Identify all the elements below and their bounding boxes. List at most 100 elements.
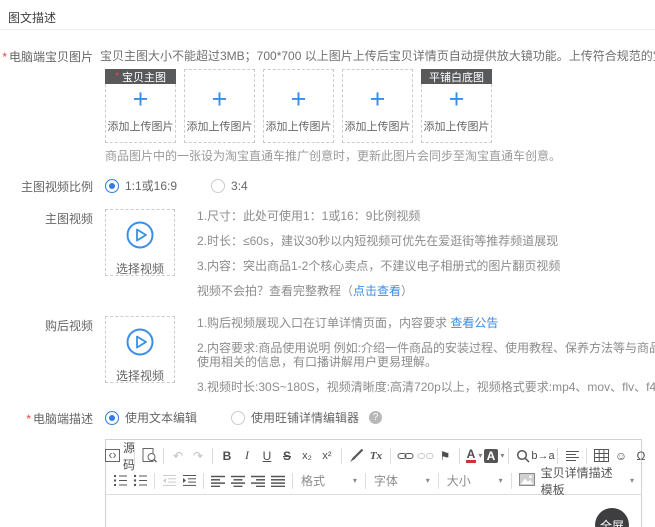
unlink-icon [417,450,434,462]
preview-button[interactable] [139,446,159,466]
plus-icon: + [370,86,386,112]
tip-line: 1.尺寸：此处可使用1：1或16：9比例视频 [197,209,560,223]
pc-images-row: *电脑端宝贝图片 宝贝主图大小不能超过3MB；700*700 以上图片上传后宝贝… [0,47,655,164]
indent-button[interactable] [179,471,199,491]
editor-content-area[interactable]: 全屏 [106,495,641,527]
radio-text-editor-label[interactable]: 使用文本编辑 [125,409,197,426]
toolbar-divider [511,473,512,489]
plus-icon: + [449,86,465,112]
select-video-label: 选择视频 [116,367,164,384]
radio-ratio-3-4-label[interactable]: 3:4 [231,179,248,193]
radio-wangpu-editor-label[interactable]: 使用旺铺详情编辑器 [251,409,359,426]
remove-format-button[interactable]: Tx [366,446,386,466]
replace-button[interactable]: b→a [533,446,553,466]
ztc-sync-note: 商品图片中的一张设为淘宝直通车推广创意时，更新此图片会同步至淘宝直通车创意。 [105,147,655,164]
format-dropdown[interactable]: 格式▾ [297,471,361,491]
text-color-button[interactable]: A▾ [464,446,484,466]
align-right-button[interactable] [248,471,268,491]
pc-images-description: 宝贝主图大小不能超过3MB；700*700 以上图片上传后宝贝详情页自动提供放大… [100,47,655,64]
play-icon [125,220,155,253]
bg-color-button[interactable]: A▾ [484,446,504,466]
paragraph-format-button[interactable] [562,446,582,466]
superscript-button[interactable]: x² [317,446,337,466]
source-code-button[interactable]: 源码 [110,446,130,466]
upload-label: 添加上传图片 [266,118,332,134]
toolbar-divider [586,448,587,464]
upload-image-cell[interactable]: + 添加上传图片 [342,69,413,143]
after-video-select-box[interactable]: 选择视频 [105,316,175,383]
radio-ratio-1-1-16-9-label[interactable]: 1:1或16:9 [125,177,177,194]
bullet-list-icon [133,474,148,487]
unlink-button[interactable] [415,446,435,466]
bullet-list-button[interactable] [130,471,150,491]
align-center-icon [231,475,245,487]
source-code-icon [105,449,120,462]
outdent-button[interactable] [159,471,179,491]
align-left-icon [211,475,225,487]
tutorial-link[interactable]: 点击查看 [353,284,401,298]
outdent-icon [162,474,177,487]
bold-button[interactable]: B [217,446,237,466]
help-icon[interactable]: ? [369,411,382,424]
fullscreen-button[interactable]: 全屏 [595,508,629,527]
align-left-button[interactable] [208,471,228,491]
play-icon [125,327,155,360]
tip-line: 1.购后视频展现入口在订单详情页面，内容要求 查看公告 [197,316,655,330]
pc-desc-row: *电脑端描述 使用文本编辑 使用旺铺详情编辑器 ? [0,409,655,427]
announcement-link[interactable]: 查看公告 [450,316,498,330]
ordered-list-button[interactable] [110,471,130,491]
main-video-row: 主图视频 选择视频 1.尺寸：此处可使用1：1或16：9比例视频 2.时长：≤6… [0,209,655,298]
text-color-icon: A [466,448,477,463]
font-dropdown[interactable]: 字体▾ [370,471,434,491]
template-dropdown[interactable]: 宝贝详情描述模板▾ [538,471,637,491]
redo-button[interactable]: ↷ [188,446,208,466]
insert-image-button[interactable] [516,471,538,491]
tip-line: 3.视频时长:30S~180S，视频清晰度:高清720p以上，视频格式要求:mp… [197,380,655,394]
underline-button[interactable]: U [257,446,277,466]
radio-wangpu-editor[interactable] [231,411,245,425]
subscript-button[interactable]: x₂ [297,446,317,466]
pc-desc-label: *电脑端描述 [0,409,93,427]
strikethrough-button[interactable]: S [277,446,297,466]
upload-image-cell-main[interactable]: *宝贝主图 + 添加上传图片 [105,69,176,143]
align-center-button[interactable] [228,471,248,491]
required-mark: * [26,412,31,426]
section-header: 图文描述 [0,0,655,30]
video-ratio-label: 主图视频比例 [0,177,93,195]
toolbar-divider [203,473,204,489]
link-button[interactable] [395,446,415,466]
radio-text-editor[interactable] [105,411,119,425]
after-video-label: 购后视频 [0,316,93,334]
upload-image-cell[interactable]: + 添加上传图片 [184,69,255,143]
upload-label: 添加上传图片 [424,118,490,134]
anchor-flag-button[interactable]: ⚑ [435,446,455,466]
search-button[interactable] [513,446,533,466]
size-dropdown[interactable]: 大小▾ [443,471,507,491]
chevron-down-icon: ▾ [426,476,430,485]
chevron-down-icon: ▾ [500,451,504,460]
radio-ratio-1-1-16-9[interactable] [105,179,119,193]
radio-ratio-3-4[interactable] [211,179,225,193]
upload-image-cell-whitebg[interactable]: 平铺白底图 + 添加上传图片 [421,69,492,143]
product-description-form: *电脑端宝贝图片 宝贝主图大小不能超过3MB；700*700 以上图片上传后宝贝… [0,30,655,527]
special-char-button[interactable]: Ω [631,446,651,466]
upload-image-cell[interactable]: + 添加上传图片 [263,69,334,143]
main-video-select-box[interactable]: 选择视频 [105,209,175,276]
table-icon [594,449,609,462]
indent-icon [182,474,197,487]
toolbar-divider [459,448,460,464]
toolbar-divider [292,473,293,489]
table-button[interactable] [591,446,611,466]
format-painter-button[interactable] [346,446,366,466]
link-icon [397,450,414,462]
toolbar-divider [390,448,391,464]
align-justify-icon [271,475,285,487]
emoji-button[interactable]: ☺ [611,446,631,466]
main-image-tag: *宝贝主图 [105,69,176,84]
undo-button[interactable]: ↶ [168,446,188,466]
after-video-row: 购后视频 选择视频 1.购后视频展现入口在订单详情页面，内容要求 查看公告 2.… [0,316,655,394]
align-justify-button[interactable] [268,471,288,491]
main-video-label: 主图视频 [0,209,93,227]
italic-button[interactable]: I [237,446,257,466]
image-icon [519,473,535,489]
